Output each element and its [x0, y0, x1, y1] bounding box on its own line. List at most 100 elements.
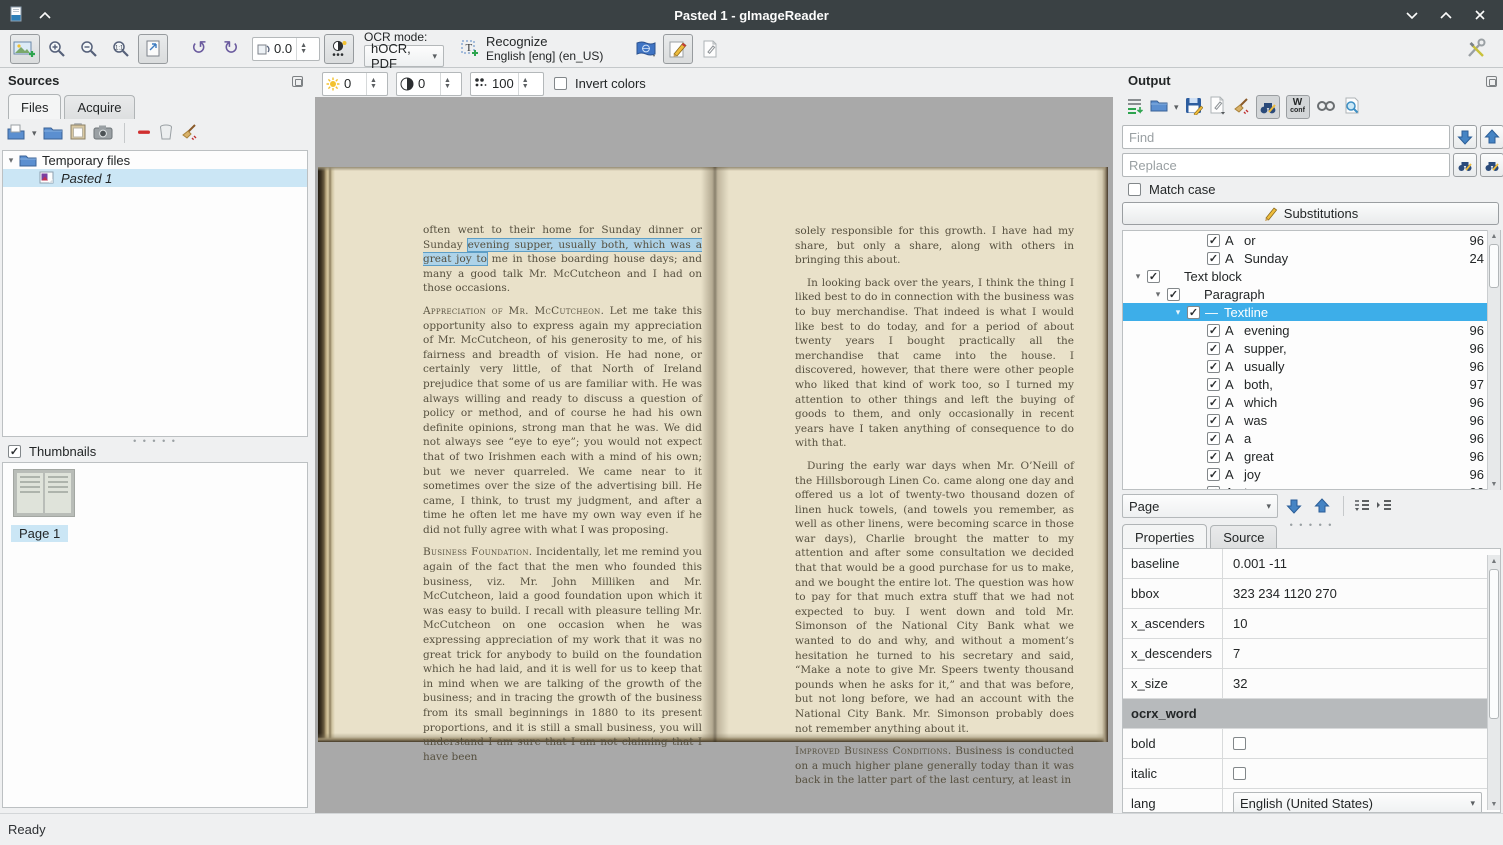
item-checkbox[interactable] [1147, 270, 1160, 283]
item-checkbox[interactable] [1207, 342, 1220, 355]
brightness-spinbox[interactable]: 0 ▲▼ [322, 72, 388, 96]
scroll-up-icon[interactable]: ▲ [1488, 230, 1500, 242]
item-checkbox[interactable] [1207, 234, 1220, 247]
ocr-mode-combobox[interactable]: hOCR, PDF ▾ [364, 45, 444, 67]
scroll-down-icon[interactable]: ▼ [1488, 798, 1500, 810]
save-output-button[interactable] [1185, 97, 1203, 118]
contrast-spinbox[interactable]: 0 ▲▼ [396, 72, 462, 96]
open-output-button[interactable] [1150, 98, 1168, 116]
scanned-book-image[interactable]: often went to their home for Sunday dinn… [318, 167, 1108, 742]
recognize-button[interactable]: T Recognize English [eng] (en_US) [460, 35, 603, 63]
image-controls-toggle[interactable] [324, 34, 354, 64]
italic-checkbox[interactable] [1233, 767, 1246, 780]
bold-checkbox[interactable] [1233, 737, 1246, 750]
export-output-button[interactable] [1209, 96, 1226, 118]
clear-sources-button[interactable] [180, 123, 198, 144]
tree-row[interactable]: ASunday24 [1123, 249, 1500, 267]
word-confidence-toggle[interactable]: W conf [1286, 95, 1310, 119]
tree-scrollbar-thumb[interactable] [1489, 244, 1499, 288]
paste-button[interactable] [69, 122, 87, 144]
tree-row[interactable]: Agreat96 [1123, 447, 1500, 465]
tree-row[interactable]: Aevening96 [1123, 321, 1500, 339]
add-images-button[interactable] [10, 34, 40, 64]
tree-row[interactable]: Aor96 [1123, 231, 1500, 249]
next-item-button[interactable] [1282, 494, 1306, 518]
properties-scrollbar-thumb[interactable] [1489, 569, 1499, 719]
item-checkbox[interactable] [1187, 306, 1200, 319]
replace-all-button[interactable] [1480, 153, 1503, 177]
item-checkbox[interactable] [1207, 432, 1220, 445]
link-position-button[interactable] [1316, 100, 1336, 115]
tree-row[interactable]: Awhich96 [1123, 393, 1500, 411]
zoom-out-button[interactable] [74, 34, 104, 64]
item-checkbox[interactable] [1207, 468, 1220, 481]
rotate-right-button[interactable]: ↻ [216, 34, 246, 64]
item-checkbox[interactable] [1207, 414, 1220, 427]
expander-icon[interactable]: ▾ [1151, 289, 1165, 300]
open-output-dropdown-icon[interactable]: ▾ [1174, 102, 1179, 113]
item-checkbox[interactable] [1207, 396, 1220, 409]
rotation-spin-arrows[interactable]: ▲▼ [296, 38, 307, 60]
expander-icon[interactable]: ▾ [1131, 271, 1145, 282]
invert-colors-checkbox[interactable] [554, 77, 567, 90]
zoom-in-button[interactable] [42, 34, 72, 64]
item-checkbox[interactable] [1207, 252, 1220, 265]
minimize-button[interactable] [1403, 6, 1421, 24]
screenshot-button[interactable] [93, 124, 113, 143]
tree-row[interactable]: Ajoy96 [1123, 465, 1500, 483]
tree-scrollbar[interactable]: ▲ ▼ [1487, 230, 1500, 490]
tab-properties[interactable]: Properties [1122, 524, 1207, 549]
tab-files[interactable]: Files [8, 94, 61, 119]
expand-all-button[interactable] [1353, 498, 1371, 515]
find-previous-button[interactable] [1480, 125, 1503, 149]
delete-source-button[interactable] [158, 123, 174, 144]
zoom-fit-button[interactable] [138, 34, 168, 64]
selected-textline-highlight[interactable]: evening supper, usually both, which was … [423, 239, 702, 266]
page-thumbnail[interactable] [13, 469, 75, 517]
brightness-spin-arrows[interactable]: ▲▼ [366, 73, 377, 95]
item-checkbox[interactable] [1207, 486, 1220, 491]
tree-row[interactable]: Awas96 [1123, 411, 1500, 429]
tree-row[interactable]: Aboth,97 [1123, 375, 1500, 393]
tree-row[interactable]: ▾Text block [1123, 267, 1500, 285]
page-mode-combobox[interactable]: Page ▾ [1122, 494, 1278, 518]
scroll-down-icon[interactable]: ▼ [1488, 478, 1500, 490]
replace-input[interactable] [1122, 153, 1450, 177]
spelling-language-button[interactable] [631, 34, 661, 64]
tree-row[interactable]: Asupper,96 [1123, 339, 1500, 357]
recent-files-dropdown-icon[interactable]: ▾ [32, 128, 37, 139]
expander-icon[interactable]: ▾ [1171, 307, 1185, 318]
rotate-left-button[interactable]: ↺ [184, 34, 214, 64]
item-checkbox[interactable] [1207, 378, 1220, 391]
edit-mode-toggle[interactable] [663, 34, 693, 64]
item-checkbox[interactable] [1207, 450, 1220, 463]
tree-row[interactable]: ▾—Textline [1123, 303, 1500, 321]
lang-combobox[interactable]: English (United States)▾ [1233, 792, 1482, 814]
output-detach-icon[interactable] [1486, 76, 1497, 87]
tab-source[interactable]: Source [1210, 525, 1277, 549]
expander-icon[interactable]: ▾ [3, 155, 19, 166]
find-next-button[interactable] [1453, 125, 1477, 149]
tab-acquire[interactable]: Acquire [64, 95, 134, 119]
item-checkbox[interactable] [1207, 360, 1220, 373]
resolution-spin-arrows[interactable]: ▲▼ [518, 73, 529, 95]
close-button[interactable] [1471, 6, 1489, 24]
properties-scrollbar[interactable]: ▲ ▼ [1487, 555, 1500, 810]
thumbnail-page-label[interactable]: Page 1 [11, 525, 68, 542]
settings-button[interactable] [1461, 34, 1491, 64]
tree-row[interactable]: Aa96 [1123, 429, 1500, 447]
rotation-spinbox[interactable]: 0.0 ▲▼ [252, 37, 320, 61]
resolution-spinbox[interactable]: 100 ▲▼ [470, 72, 544, 96]
add-folder-button[interactable] [43, 124, 63, 143]
item-checkbox[interactable] [1167, 288, 1180, 301]
scroll-up-icon[interactable]: ▲ [1488, 555, 1500, 567]
tree-row[interactable]: Ausually96 [1123, 357, 1500, 375]
insert-append-button[interactable] [1126, 97, 1144, 118]
previous-item-button[interactable] [1310, 494, 1334, 518]
tree-row-temporary-files[interactable]: ▾ Temporary files [3, 151, 307, 169]
match-case-checkbox[interactable] [1128, 183, 1141, 196]
tree-row[interactable]: Ato96 [1123, 483, 1500, 490]
preview-search-button[interactable] [1342, 97, 1360, 118]
maximize-button[interactable] [1437, 6, 1455, 24]
zoom-original-button[interactable]: 1:1 [106, 34, 136, 64]
